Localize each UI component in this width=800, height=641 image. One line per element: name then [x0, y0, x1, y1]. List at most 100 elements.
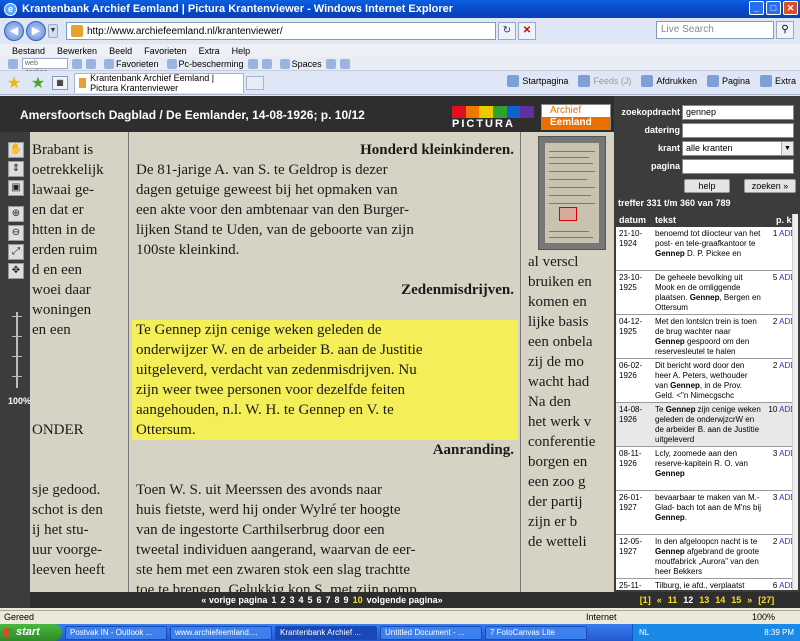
taskbar-button[interactable]: www.archiefeemland.... [170, 625, 272, 640]
taskbar-button[interactable]: Untitled Document - ... [380, 625, 482, 640]
zoom-control[interactable]: 100% [752, 611, 775, 624]
prev-page-link[interactable]: « vorige pagina [201, 595, 267, 605]
menu-help[interactable]: Help [232, 46, 251, 56]
results-page-link[interactable]: [27] [758, 595, 774, 605]
result-row[interactable]: 26-01-1927 bevaarbaar te maken van M.-Gla… [616, 491, 798, 535]
taskbar-button[interactable]: 7 FotoCanvas Lite [485, 625, 587, 640]
page-link-2[interactable]: 2 [280, 595, 285, 605]
tab-krantenbank[interactable]: Krantenbank Archief Eemland | Pictura Kr… [74, 72, 244, 93]
zoom-slider-handle[interactable] [12, 376, 22, 377]
new-tab-button[interactable] [246, 75, 264, 90]
search-icon[interactable] [72, 58, 82, 69]
archief-eemland-logo[interactable]: Archief Eemland [541, 104, 611, 130]
pagina-menu[interactable]: Pagina [706, 75, 750, 87]
result-row[interactable]: 21-10-1924 benoemd tot diiocteur van het … [616, 227, 798, 271]
datering-input[interactable] [682, 123, 794, 138]
logo-color-bar [452, 106, 466, 118]
fit-height-icon[interactable]: ⇕ [8, 161, 24, 177]
start-button[interactable]: start [0, 624, 62, 641]
forward-button[interactable]: ▶ [26, 21, 46, 41]
next-page-link[interactable]: volgende pagina» [367, 595, 443, 605]
viewport-indicator[interactable] [559, 207, 577, 221]
result-row[interactable]: 23-10-1925 De geheele bevolking uit Mook … [616, 271, 798, 315]
web-search-input[interactable]: web zoeken... [22, 58, 68, 76]
back-button[interactable]: ◀ [4, 21, 24, 41]
result-row[interactable]: 25-11-1930 Tilburg, ie afd., verplaatst n… [616, 579, 798, 590]
photo-icon[interactable] [261, 58, 272, 69]
afdrukken-button[interactable]: Afdrukken [641, 75, 697, 87]
history-dropdown[interactable]: ▼ [48, 24, 58, 38]
overview-thumbnail[interactable] [538, 136, 606, 250]
taskbar-button[interactable]: Postvak IN - Outlook ... [65, 625, 167, 640]
results-scrollbar[interactable] [792, 214, 798, 590]
startpagina-button[interactable]: Startpagina [507, 75, 568, 87]
zoom-fit-icon[interactable]: ⤢ [8, 244, 24, 260]
security-zone[interactable]: Internet [586, 611, 617, 624]
page-link-7[interactable]: 7 [326, 595, 331, 605]
search-icon[interactable]: ⚲ [776, 21, 794, 39]
calendar-icon[interactable] [247, 58, 258, 69]
column-tekst[interactable]: tekst [652, 214, 762, 227]
page-link-10[interactable]: 10 [353, 595, 363, 605]
page-link-9[interactable]: 9 [344, 595, 349, 605]
page-link-3[interactable]: 3 [289, 595, 294, 605]
page-link-1[interactable]: 1 [271, 595, 276, 605]
menu-bestand[interactable]: Bestand [12, 46, 45, 56]
results-page-link[interactable]: 15 [731, 595, 741, 605]
refresh-button[interactable]: ↻ [498, 22, 516, 40]
menu-favorieten[interactable]: Favorieten [144, 46, 187, 56]
results-page-link[interactable]: « [657, 595, 662, 605]
results-page-link[interactable]: 12 [683, 595, 693, 605]
maximize-button[interactable]: □ [766, 1, 781, 15]
results-page-link[interactable]: [1] [640, 595, 651, 605]
close-button[interactable]: ✕ [783, 1, 798, 15]
live-search-input[interactable]: Live Search [656, 21, 774, 39]
taskbar-button[interactable]: Krantenbank Archief ... [275, 625, 377, 640]
zoekopdracht-input[interactable]: gennep [682, 105, 794, 120]
extra-menu[interactable]: Extra [759, 75, 796, 87]
results-page-link[interactable]: 13 [699, 595, 709, 605]
pan-icon[interactable]: ✥ [8, 263, 24, 279]
newspaper-scan[interactable]: Brabant is oetrekkelijk lawaai ge-en dat e… [30, 132, 614, 592]
spaces-button[interactable]: Spaces [279, 58, 322, 69]
fit-page-icon[interactable]: ▣ [8, 180, 24, 196]
help-button[interactable]: help [684, 179, 730, 193]
result-row[interactable]: 04-12-1925 Met den lontslcn trein is toen… [616, 315, 798, 359]
page-link-5[interactable]: 5 [307, 595, 312, 605]
text-line: erden ruim [32, 242, 98, 258]
result-row[interactable]: 14-08-1926 Te Gennep zijn cenige weken ge… [616, 403, 798, 447]
page-link-8[interactable]: 8 [335, 595, 340, 605]
menu-beeld[interactable]: Beeld [109, 46, 132, 56]
result-row[interactable]: 06-02-1926 Dit bericht word door den heer… [616, 359, 798, 403]
zoeken-button[interactable]: zoeken » [744, 179, 796, 193]
minimize-button[interactable]: _ [749, 1, 764, 15]
add-favorite-icon[interactable]: ★ [28, 73, 48, 93]
favorieten-button[interactable]: Favorieten [104, 58, 159, 69]
result-row[interactable]: 12-05-1927 In den afgeloopcn nacht is te … [616, 535, 798, 579]
favorites-center-icon[interactable]: ★ [4, 73, 24, 93]
messenger-icon[interactable] [325, 58, 336, 69]
results-page-link[interactable]: 14 [715, 595, 725, 605]
page-link-6[interactable]: 6 [317, 595, 322, 605]
zoom-out-icon[interactable]: ⊖ [8, 225, 24, 241]
zoom-in-icon[interactable]: ⊕ [8, 206, 24, 222]
hand-tool-icon[interactable]: ✋ [8, 142, 24, 158]
menu-bewerken[interactable]: Bewerken [57, 46, 97, 56]
results-page-link[interactable]: 11 [668, 595, 678, 605]
page-link-4[interactable]: 4 [298, 595, 303, 605]
quick-tabs-icon[interactable]: ▦ [52, 75, 68, 90]
window-title-bar[interactable]: e Krantenbank Archief Eemland | Pictura … [0, 0, 800, 18]
language-indicator[interactable]: NL [639, 624, 649, 641]
menu-extra[interactable]: Extra [199, 46, 220, 56]
result-row[interactable]: 08-11-1926 Lcly, zoomede aan den reserve-… [616, 447, 798, 491]
feeds-button[interactable]: Feeds (J) [578, 75, 631, 87]
mail-icon[interactable] [86, 58, 96, 69]
krant-select[interactable]: alle kranten ▼ [682, 141, 794, 156]
settings-icon[interactable] [339, 58, 350, 69]
pc-bescherming-button[interactable]: Pc-bescherming [166, 58, 244, 69]
address-input[interactable]: http://www.archiefeemland.nl/krantenview… [66, 22, 496, 40]
column-datum[interactable]: datum [616, 214, 652, 227]
stop-button[interactable]: ✕ [518, 22, 536, 40]
pagina-input[interactable] [682, 159, 794, 174]
results-page-link[interactable]: » [747, 595, 752, 605]
